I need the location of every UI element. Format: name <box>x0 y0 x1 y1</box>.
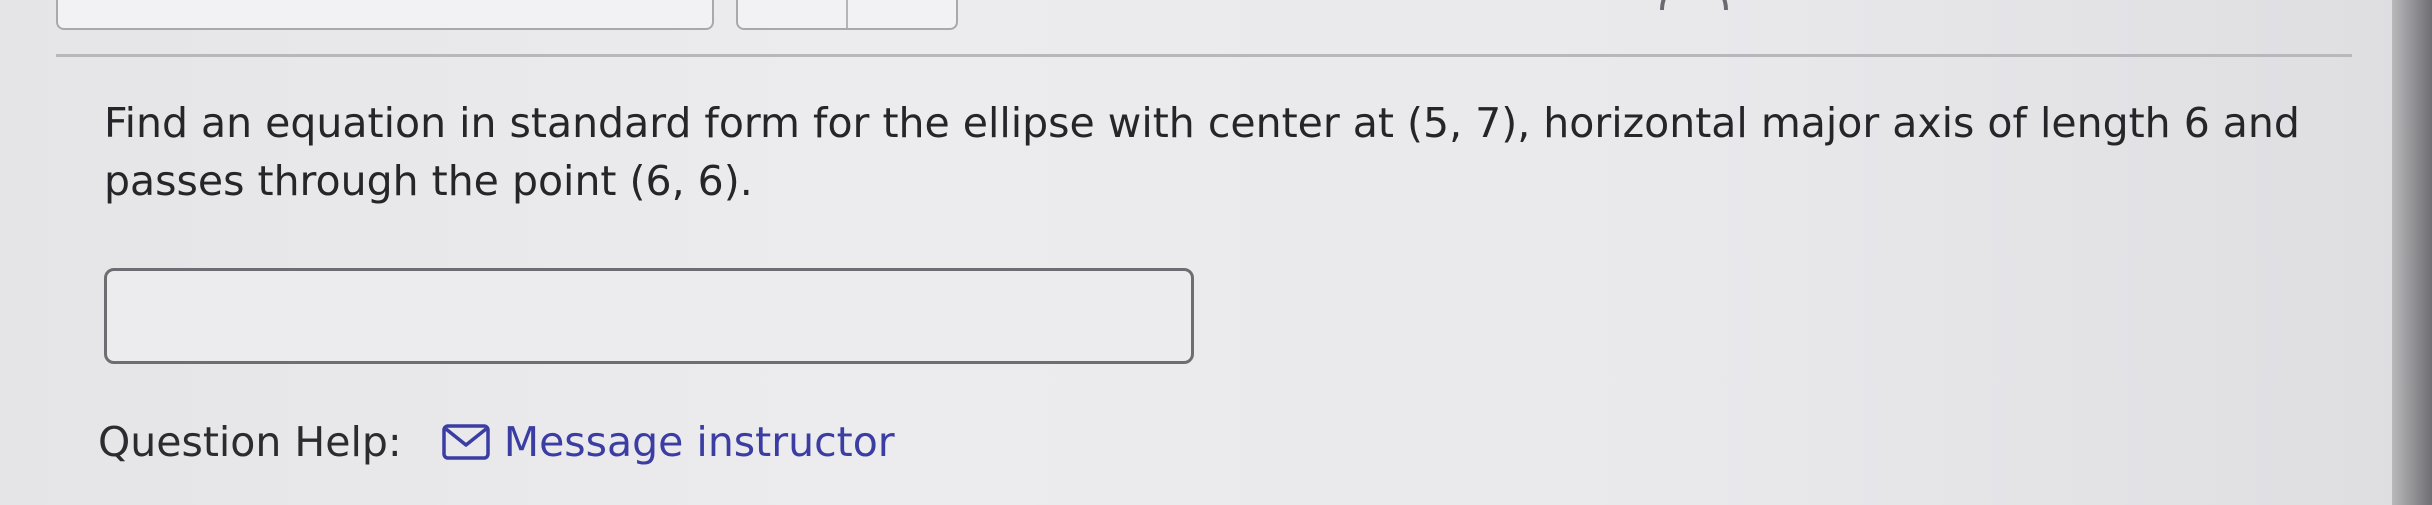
toolbar-cropped <box>1660 0 2360 10</box>
circle-icon <box>1660 0 1728 10</box>
section-divider <box>56 54 2352 57</box>
split-divider <box>846 0 848 28</box>
top-split-button[interactable] <box>736 0 958 30</box>
top-input-field[interactable] <box>56 0 714 30</box>
envelope-icon <box>441 424 490 460</box>
question-help-label: Question Help: <box>98 418 402 466</box>
screen-bezel <box>2392 0 2432 505</box>
message-instructor-link[interactable]: Message instructor <box>441 418 895 466</box>
question-screen: Find an equation in standard form for th… <box>0 0 2432 505</box>
message-instructor-label: Message instructor <box>503 418 895 466</box>
answer-input[interactable] <box>104 268 1194 364</box>
question-text: Find an equation in standard form for th… <box>104 99 2300 205</box>
question-help-row: Question Help: Message instructor <box>98 412 895 472</box>
